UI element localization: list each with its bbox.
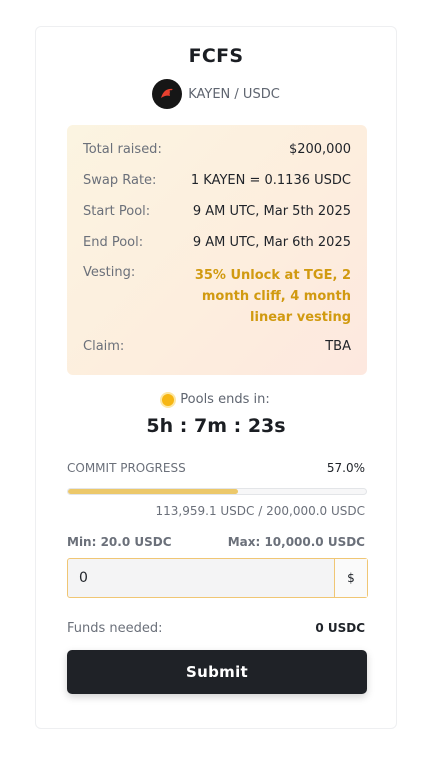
- swap-rate-row: Swap Rate: 1 KAYEN = 0.1136 USDC: [83, 173, 351, 188]
- pool-title: FCFS: [188, 45, 244, 67]
- total-raised-row: Total raised: $200,000: [83, 142, 351, 157]
- max-commit: Max: 10,000.0 USDC: [227, 535, 365, 549]
- commit-amount-field: $: [67, 558, 368, 598]
- swap-rate-value: 1 KAYEN = 0.1136 USDC: [190, 173, 351, 188]
- kayen-logo-icon: [152, 79, 183, 109]
- commit-progress-fill: [68, 489, 238, 494]
- countdown-label-row: Pools ends in:: [36, 392, 396, 407]
- status-dot-icon: [162, 393, 175, 406]
- funds-needed-value: 0 USDC: [315, 621, 365, 635]
- claim-value: TBA: [325, 339, 351, 354]
- end-pool-label: End Pool:: [83, 235, 144, 250]
- submit-button[interactable]: Submit: [67, 650, 367, 694]
- vesting-label: Vesting:: [83, 265, 136, 280]
- commit-progress-header: COMMIT PROGRESS 57.0%: [67, 461, 365, 475]
- commit-progress-amounts: 113,959.1 USDC / 200,000.0 USDC: [155, 504, 365, 518]
- countdown-label: Pools ends in:: [180, 392, 270, 407]
- total-raised-label: Total raised:: [83, 142, 162, 157]
- claim-label: Claim:: [83, 339, 125, 354]
- pool-info-panel: Total raised: $200,000 Swap Rate: 1 KAYE…: [67, 125, 367, 375]
- start-pool-label: Start Pool:: [83, 204, 151, 219]
- fcfs-pool-card: FCFS KAYEN / USDC Total raised: $200,000…: [35, 26, 397, 729]
- token-pair: KAYEN / USDC: [36, 79, 396, 109]
- start-pool-row: Start Pool: 9 AM UTC, Mar 5th 2025: [83, 204, 351, 219]
- commit-progress-percent: 57.0%: [326, 461, 365, 475]
- end-pool-value: 9 AM UTC, Mar 6th 2025: [192, 235, 351, 250]
- start-pool-value: 9 AM UTC, Mar 5th 2025: [192, 204, 351, 219]
- total-raised-value: $200,000: [288, 142, 351, 157]
- commit-progress-bar: [67, 488, 367, 495]
- funds-needed-label: Funds needed:: [67, 621, 163, 636]
- swap-rate-label: Swap Rate:: [83, 173, 157, 188]
- claim-row: Claim: TBA: [83, 339, 351, 354]
- countdown-timer: 5h : 7m : 23s: [146, 415, 286, 437]
- commit-amount-input[interactable]: [68, 559, 334, 597]
- token-pair-label: KAYEN / USDC: [188, 86, 280, 102]
- commit-progress-label: COMMIT PROGRESS: [67, 461, 186, 475]
- end-pool-row: End Pool: 9 AM UTC, Mar 6th 2025: [83, 235, 351, 250]
- funds-needed-row: Funds needed: 0 USDC: [67, 621, 365, 636]
- vesting-value: 35% Unlock at TGE, 2 month cliff, 4 mont…: [194, 268, 351, 325]
- min-commit: Min: 20.0 USDC: [67, 535, 172, 549]
- commit-limits: Min: 20.0 USDC Max: 10,000.0 USDC: [67, 535, 365, 549]
- vesting-row: Vesting: 35% Unlock at TGE, 2 month clif…: [83, 265, 351, 328]
- currency-symbol: $: [334, 559, 367, 597]
